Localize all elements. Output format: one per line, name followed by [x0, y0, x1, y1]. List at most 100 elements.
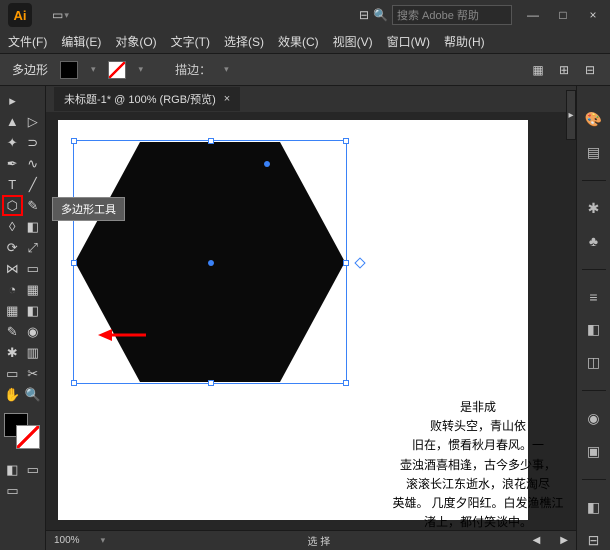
tab-close-icon[interactable]: ×: [224, 93, 230, 105]
swatches-panel-icon[interactable]: ▤: [584, 143, 604, 162]
menu-object[interactable]: 对象(O): [115, 33, 156, 50]
text-block[interactable]: 是非成 败转头空，青山依 旧在，惯看秋月春风。一 壶浊酒喜相逢，古今多少事， 滚…: [368, 398, 576, 530]
lasso-tool[interactable]: ⊃: [23, 132, 44, 153]
direct-selection-tool[interactable]: ▷: [23, 111, 44, 132]
minimize-button[interactable]: —: [524, 6, 542, 24]
selection-handle[interactable]: [71, 380, 77, 386]
app-logo: Ai: [8, 3, 32, 27]
workspace-menu-icon[interactable]: ▭▾: [52, 8, 69, 22]
hand-tool[interactable]: ✋: [2, 384, 23, 405]
fill-swatch[interactable]: [60, 61, 78, 79]
transform-panel-icon[interactable]: ⊞: [556, 62, 572, 78]
shaper-tool[interactable]: ◊: [2, 216, 23, 237]
brushes-panel-icon[interactable]: ✱: [584, 199, 604, 218]
selection-handle[interactable]: [343, 260, 349, 266]
perspective-tool[interactable]: ▦: [23, 279, 44, 300]
eraser-tool[interactable]: ◧: [23, 216, 44, 237]
close-button[interactable]: ×: [584, 6, 602, 24]
selection-handle[interactable]: [71, 260, 77, 266]
curvature-tool[interactable]: ∿: [23, 153, 44, 174]
selection-handle[interactable]: [208, 380, 214, 386]
maximize-button[interactable]: □: [554, 6, 572, 24]
title-bar: Ai ▭▾ ⊟ 🔍 搜索 Adobe 帮助 — □ ×: [0, 0, 610, 30]
fill-dropdown-icon[interactable]: ▾: [91, 64, 96, 75]
rotate-tool[interactable]: ⟳: [2, 237, 23, 258]
document-tab[interactable]: 未标题-1* @ 100% (RGB/预览) ×: [54, 87, 240, 111]
annotation-arrow: [98, 326, 148, 347]
search-input[interactable]: 搜索 Adobe 帮助: [392, 5, 512, 25]
stroke-weight-dropdown-icon[interactable]: ▾: [224, 64, 229, 75]
color-mode-icon[interactable]: ◧: [2, 459, 23, 480]
selection-handle[interactable]: [71, 138, 77, 144]
stroke-swatch[interactable]: [108, 61, 126, 79]
transparency-panel-icon[interactable]: ◫: [584, 353, 604, 372]
menu-effect[interactable]: 效果(C): [278, 33, 319, 50]
layout-icon[interactable]: ⊟: [359, 8, 369, 22]
artboard-tool[interactable]: ▭: [2, 363, 23, 384]
search-group: ⊟ 🔍 搜索 Adobe 帮助: [359, 5, 512, 25]
free-transform-tool[interactable]: ▭: [23, 258, 44, 279]
menu-help[interactable]: 帮助(H): [444, 33, 485, 50]
selection-handle[interactable]: [343, 138, 349, 144]
gradient-panel-icon[interactable]: ◧: [584, 321, 604, 340]
stroke-panel-icon[interactable]: ≡: [584, 288, 604, 307]
live-corner-widget[interactable]: [354, 257, 365, 268]
shape-name-label: 多边形: [12, 61, 48, 78]
shape-anchor[interactable]: [264, 161, 270, 167]
draw-mode-icon[interactable]: ▭: [23, 459, 44, 480]
align-panel-icon[interactable]: ▦: [530, 62, 546, 78]
layers-panel-icon[interactable]: ◧: [584, 498, 604, 517]
mesh-tool[interactable]: ▦: [2, 300, 23, 321]
paintbrush-tool[interactable]: ✎: [23, 195, 43, 216]
document-tabs: 未标题-1* @ 100% (RGB/预览) ×: [46, 86, 576, 112]
selection-bounding-box[interactable]: [73, 140, 347, 384]
type-tool[interactable]: T: [2, 174, 23, 195]
menu-bar: 文件(F) 编辑(E) 对象(O) 文字(T) 选择(S) 效果(C) 视图(V…: [0, 30, 610, 54]
panel-collapse-button[interactable]: ▸: [566, 90, 576, 140]
pen-tool[interactable]: ✒: [2, 153, 23, 174]
zoom-tool[interactable]: 🔍: [23, 384, 44, 405]
center-anchor[interactable]: [208, 260, 214, 266]
gradient-tool[interactable]: ◧: [23, 300, 44, 321]
slice-tool[interactable]: ✂: [23, 363, 44, 384]
graphic-styles-panel-icon[interactable]: ▣: [584, 442, 604, 461]
symbol-sprayer-tool[interactable]: ✱: [2, 342, 23, 363]
canvas[interactable]: 是非成 败转头空，青山依 旧在，惯看秋月春风。一 壶浊酒喜相逢，古今多少事， 滚…: [46, 112, 576, 530]
stroke-label: 描边：: [175, 61, 211, 78]
zoom-dropdown-icon[interactable]: ▾: [101, 535, 106, 546]
symbols-panel-icon[interactable]: ♣: [584, 232, 604, 251]
artboards-panel-icon[interactable]: ⊟: [584, 531, 604, 550]
menu-select[interactable]: 选择(S): [224, 33, 264, 50]
color-panel-icon[interactable]: 🎨: [584, 110, 604, 129]
status-bar: 100% ▾ 选 择 ◀ ▶: [46, 530, 576, 550]
scale-tool[interactable]: ⤢: [23, 237, 44, 258]
width-tool[interactable]: ⋈: [2, 258, 23, 279]
menu-type[interactable]: 文字(T): [171, 33, 210, 50]
menu-file[interactable]: 文件(F): [8, 33, 47, 50]
menu-window[interactable]: 窗口(W): [387, 33, 430, 50]
menu-view[interactable]: 视图(V): [333, 33, 373, 50]
line-tool[interactable]: ╱: [23, 174, 44, 195]
fill-stroke-control[interactable]: [2, 413, 43, 453]
magic-wand-tool[interactable]: ✦: [2, 132, 23, 153]
screen-mode-icon[interactable]: ▭: [2, 480, 23, 501]
nav-prev-icon[interactable]: ◀: [533, 535, 541, 546]
graph-tool[interactable]: ▥: [23, 342, 44, 363]
more-options-icon[interactable]: ⊟: [582, 62, 598, 78]
nav-next-icon[interactable]: ▶: [560, 535, 568, 546]
menu-edit[interactable]: 编辑(E): [61, 33, 101, 50]
workspace: ▸ ▲ ▷ ✦ ⊃ ✒ ∿ T ╱ ⬡ 多边形工具 ✎ ◊ ◧ ⟳ ⤢: [0, 86, 610, 550]
selection-handle[interactable]: [208, 138, 214, 144]
stroke-dropdown-icon[interactable]: ▾: [139, 64, 144, 75]
artboard[interactable]: 是非成 败转头空，青山依 旧在，惯看秋月春风。一 壶浊酒喜相逢，古今多少事， 滚…: [58, 120, 528, 520]
blend-tool[interactable]: ◉: [23, 321, 44, 342]
appearance-panel-icon[interactable]: ◉: [584, 409, 604, 428]
tool-collapse-icon[interactable]: ▸: [2, 90, 23, 111]
zoom-level[interactable]: 100%: [54, 535, 80, 546]
eyedropper-tool[interactable]: ✎: [2, 321, 23, 342]
selection-handle[interactable]: [343, 380, 349, 386]
shape-builder-tool[interactable]: ◔: [2, 279, 23, 300]
stroke-color-swatch[interactable]: [16, 425, 40, 449]
selection-tool[interactable]: ▲: [2, 111, 23, 132]
polygon-tool[interactable]: ⬡ 多边形工具: [2, 195, 23, 216]
